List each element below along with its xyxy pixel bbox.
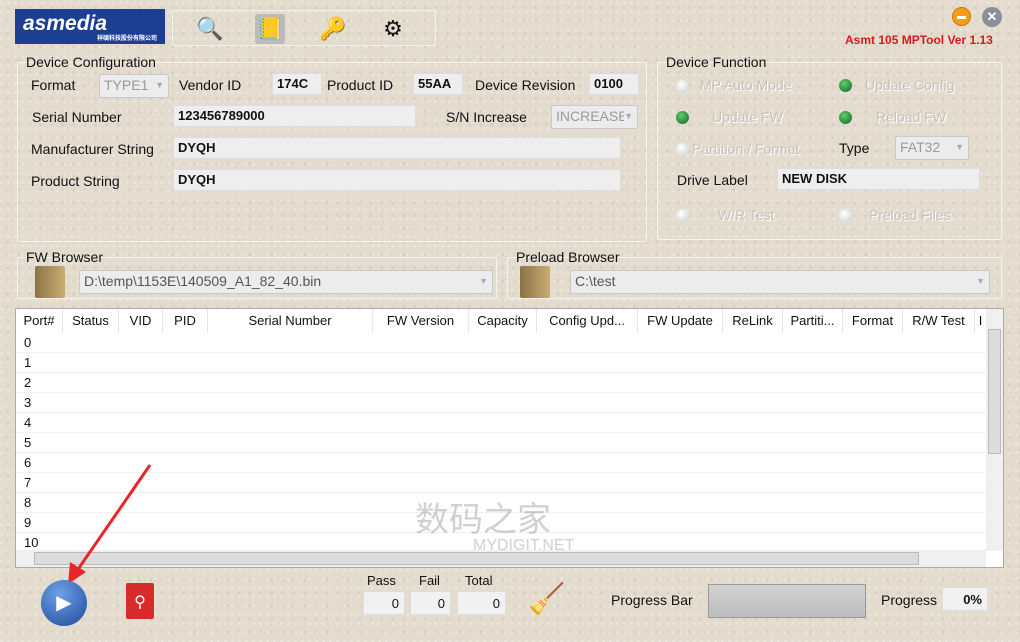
product-string-label: Product String bbox=[31, 173, 120, 189]
folder-icon[interactable] bbox=[35, 266, 65, 298]
table-row[interactable]: 2 bbox=[16, 373, 986, 393]
update-config-radio[interactable] bbox=[839, 79, 852, 92]
preload-files-radio[interactable] bbox=[839, 209, 852, 222]
group-title: Device Configuration bbox=[26, 54, 156, 70]
column-header[interactable]: Config Upd... bbox=[537, 309, 638, 333]
watermark: 数码之家 MYDIGIT.NET bbox=[415, 501, 575, 554]
mp-auto-mode-radio[interactable] bbox=[676, 80, 689, 93]
broom-icon[interactable]: 🧹 bbox=[528, 582, 565, 617]
total-label: Total bbox=[465, 573, 493, 588]
fw-path-select[interactable]: D:\temp\1153E\140509_A1_82_40.bin ▼ bbox=[79, 270, 493, 294]
column-header[interactable]: R/W Test bbox=[903, 309, 975, 333]
column-header[interactable]: FW Version bbox=[373, 309, 469, 333]
format-select[interactable]: TYPE1 ▼ bbox=[99, 74, 169, 98]
partition-format-label: Partition / Format bbox=[692, 141, 800, 157]
product-id-field[interactable]: 55AA bbox=[413, 73, 463, 95]
version-label: Asmt 105 MPTool Ver 1.13 bbox=[845, 33, 993, 47]
sn-increase-select[interactable]: INCREASE ▼ bbox=[551, 105, 638, 129]
minimize-icon[interactable] bbox=[952, 7, 971, 26]
progress-bar-label: Progress Bar bbox=[611, 592, 693, 608]
serial-number-label: Serial Number bbox=[32, 109, 122, 125]
preload-files-label: Preload Files bbox=[869, 207, 951, 223]
update-fw-radio[interactable] bbox=[676, 111, 689, 124]
table-row[interactable]: 7 bbox=[16, 473, 986, 493]
vendor-id-label: Vendor ID bbox=[179, 77, 242, 93]
progress-label: Progress bbox=[881, 592, 938, 608]
column-header[interactable]: FW Update bbox=[638, 309, 723, 333]
total-count: 0 bbox=[457, 591, 506, 615]
manufacturer-string-field[interactable]: DYQH bbox=[173, 137, 621, 159]
magnifier-icon[interactable]: 🔍 bbox=[195, 14, 225, 44]
group-title: Device Function bbox=[666, 54, 767, 70]
update-config-label: Update Config bbox=[865, 77, 955, 93]
pass-label: Pass bbox=[367, 573, 396, 588]
column-header[interactable]: Serial Number bbox=[208, 309, 373, 333]
format-label: Format bbox=[31, 77, 76, 93]
manufacturer-string-label: Manufacturer String bbox=[31, 141, 154, 157]
vendor-id-field[interactable]: 174C bbox=[272, 73, 322, 95]
usb-icon[interactable]: ⚲ bbox=[126, 583, 154, 619]
column-header[interactable]: ReLink bbox=[723, 309, 783, 333]
key-icon[interactable]: 🔑 bbox=[318, 14, 348, 44]
update-fw-label: Update FW bbox=[712, 109, 783, 125]
start-button[interactable]: ▶ bbox=[41, 580, 87, 626]
notebook-icon[interactable]: 📒 bbox=[255, 14, 285, 44]
annotation-arrow bbox=[68, 464, 152, 584]
column-header[interactable]: Partiti... bbox=[783, 309, 843, 333]
type-select[interactable]: FAT32 ▼ bbox=[895, 136, 969, 160]
mp-auto-mode-label: MP Auto Mode bbox=[700, 77, 792, 93]
gear-refresh-icon[interactable]: ⚙ bbox=[378, 14, 408, 44]
asmedia-logo: asmedia 祥碩科技股份有限公司 bbox=[15, 9, 165, 44]
column-header[interactable]: Format bbox=[843, 309, 903, 333]
table-row[interactable]: 6 bbox=[16, 453, 986, 473]
column-header[interactable]: Status bbox=[63, 309, 119, 333]
group-title: Preload Browser bbox=[516, 249, 620, 265]
close-icon[interactable]: ✕ bbox=[982, 7, 1002, 27]
product-id-label: Product ID bbox=[327, 77, 394, 93]
toolbar: 🔍 📒 🔑 ⚙ bbox=[172, 10, 436, 46]
type-label: Type bbox=[839, 140, 870, 156]
progress-bar bbox=[708, 584, 866, 618]
vertical-scrollbar[interactable] bbox=[986, 309, 1003, 551]
group-title: FW Browser bbox=[26, 249, 103, 265]
column-header[interactable]: VID bbox=[119, 309, 163, 333]
partition-format-radio[interactable] bbox=[676, 143, 689, 156]
sn-increase-label: S/N Increase bbox=[446, 109, 527, 125]
column-header[interactable]: PID bbox=[163, 309, 208, 333]
table-row[interactable]: 5 bbox=[16, 433, 986, 453]
drive-label-field[interactable]: NEW DISK bbox=[777, 168, 980, 190]
fail-label: Fail bbox=[419, 573, 440, 588]
column-header[interactable]: Port# bbox=[16, 309, 63, 333]
preload-path-select[interactable]: C:\test ▼ bbox=[570, 270, 990, 294]
folder-icon[interactable] bbox=[520, 266, 550, 298]
table-row[interactable]: 3 bbox=[16, 393, 986, 413]
reload-fw-radio[interactable] bbox=[839, 111, 852, 124]
reload-fw-label: Reload FW bbox=[876, 109, 947, 125]
table-row[interactable]: 4 bbox=[16, 413, 986, 433]
drive-label-label: Drive Label bbox=[677, 172, 748, 188]
table-row[interactable]: 0 bbox=[16, 333, 986, 353]
table-row[interactable]: 1 bbox=[16, 353, 986, 373]
fail-count: 0 bbox=[410, 591, 451, 615]
column-header[interactable]: Capacity bbox=[469, 309, 537, 333]
wr-test-label: W/R Test bbox=[718, 207, 775, 223]
pass-count: 0 bbox=[363, 591, 405, 615]
progress-value: 0% bbox=[942, 587, 988, 611]
wr-test-radio[interactable] bbox=[676, 209, 689, 222]
device-revision-label: Device Revision bbox=[475, 77, 576, 93]
serial-number-field[interactable]: 123456789000 bbox=[173, 105, 416, 127]
product-string-field[interactable]: DYQH bbox=[173, 169, 621, 191]
device-revision-field[interactable]: 0100 bbox=[589, 73, 639, 95]
